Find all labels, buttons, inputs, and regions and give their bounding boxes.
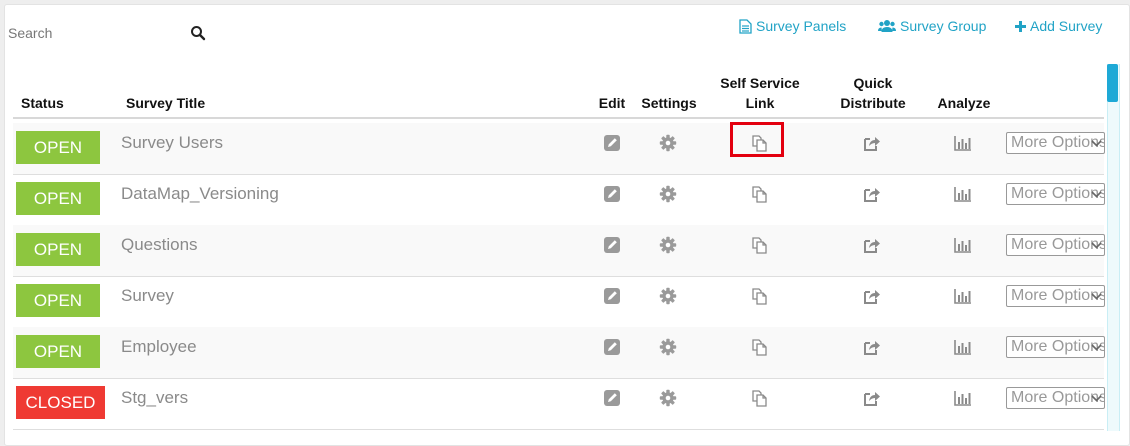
scrollbar-track[interactable] xyxy=(1107,64,1120,431)
edit-icon[interactable] xyxy=(603,287,621,305)
edit-icon[interactable] xyxy=(603,236,621,254)
edit-icon[interactable] xyxy=(603,338,621,356)
quick-distribute-header-line1: Quick xyxy=(853,75,893,91)
settings-column-header: Settings xyxy=(641,95,697,111)
bar-chart-icon[interactable] xyxy=(954,287,972,305)
status-badge[interactable]: OPEN xyxy=(16,284,100,317)
title-column-header: Survey Title xyxy=(126,95,206,111)
chevron-down-icon xyxy=(1091,344,1102,351)
share-icon[interactable] xyxy=(863,134,881,152)
survey-panels-link[interactable]: Survey Panels xyxy=(739,18,846,34)
scrollbar-thumb[interactable] xyxy=(1107,64,1118,102)
bar-chart-icon[interactable] xyxy=(954,134,972,152)
table-row: OPEN Employee More Options xyxy=(13,327,1105,379)
chevron-down-icon xyxy=(1091,395,1102,402)
survey-title[interactable]: Questions xyxy=(121,235,198,255)
add-survey-link[interactable]: Add Survey xyxy=(1015,18,1102,34)
search-box xyxy=(8,20,208,46)
chevron-down-icon xyxy=(1091,191,1102,198)
survey-title[interactable]: Survey Users xyxy=(121,133,223,153)
status-badge[interactable]: OPEN xyxy=(16,335,100,368)
copy-link-icon[interactable] xyxy=(750,236,768,254)
copy-link-icon[interactable] xyxy=(750,287,768,305)
gear-icon[interactable] xyxy=(659,389,677,407)
table-row: CLOSED Stg_vers More Options xyxy=(13,378,1105,430)
bar-chart-icon[interactable] xyxy=(954,338,972,356)
more-options-select[interactable]: More Options xyxy=(1006,234,1105,256)
share-icon[interactable] xyxy=(863,236,881,254)
more-options-select[interactable]: More Options xyxy=(1006,132,1105,154)
status-badge[interactable]: CLOSED xyxy=(16,386,105,419)
more-options-select[interactable]: More Options xyxy=(1006,387,1105,409)
more-options-select[interactable]: More Options xyxy=(1006,336,1105,358)
more-options-select[interactable]: More Options xyxy=(1006,285,1105,307)
search-icon[interactable] xyxy=(190,25,206,41)
table-row: OPEN DataMap_Versioning More Options xyxy=(13,174,1105,226)
self-service-link-highlight xyxy=(730,122,784,157)
status-badge[interactable]: OPEN xyxy=(16,182,100,215)
table-row: OPEN Survey More Options xyxy=(13,276,1105,328)
search-input[interactable] xyxy=(8,20,178,46)
copy-link-icon[interactable] xyxy=(750,338,768,356)
edit-icon[interactable] xyxy=(603,185,621,203)
table-row: OPEN Survey Users More Options xyxy=(13,123,1105,175)
edit-icon[interactable] xyxy=(603,134,621,152)
quick-distribute-column-header: Quick Distribute xyxy=(826,73,920,113)
analyze-column-header: Analyze xyxy=(937,95,991,111)
edit-icon[interactable] xyxy=(603,389,621,407)
bar-chart-icon[interactable] xyxy=(954,185,972,203)
users-icon xyxy=(878,20,896,32)
self-service-header-line2: Link xyxy=(745,95,775,111)
bar-chart-icon[interactable] xyxy=(954,236,972,254)
status-badge[interactable]: OPEN xyxy=(16,131,100,164)
quick-distribute-header-line2: Distribute xyxy=(840,95,906,111)
copy-link-icon[interactable] xyxy=(750,389,768,407)
survey-panels-label: Survey Panels xyxy=(756,18,847,34)
header-divider xyxy=(13,117,1104,119)
survey-group-label: Survey Group xyxy=(900,18,987,34)
bar-chart-icon[interactable] xyxy=(954,389,972,407)
chevron-down-icon xyxy=(1091,242,1102,249)
share-icon[interactable] xyxy=(863,287,881,305)
self-service-link-column-header: Self Service Link xyxy=(712,73,808,113)
survey-group-link[interactable]: Survey Group xyxy=(878,18,986,34)
survey-title[interactable]: Employee xyxy=(121,337,197,357)
share-icon[interactable] xyxy=(863,338,881,356)
copy-link-icon[interactable] xyxy=(750,185,768,203)
gear-icon[interactable] xyxy=(659,185,677,203)
share-icon[interactable] xyxy=(863,389,881,407)
add-survey-label: Add Survey xyxy=(1030,18,1103,34)
gear-icon[interactable] xyxy=(659,338,677,356)
chevron-down-icon xyxy=(1091,293,1102,300)
survey-title[interactable]: DataMap_Versioning xyxy=(121,184,279,204)
self-service-header-line1: Self Service xyxy=(720,75,800,91)
share-icon[interactable] xyxy=(863,185,881,203)
status-column-header: Status xyxy=(21,95,64,111)
survey-title[interactable]: Stg_vers xyxy=(121,388,188,408)
chevron-down-icon xyxy=(1091,140,1102,147)
gear-icon[interactable] xyxy=(659,236,677,254)
status-badge[interactable]: OPEN xyxy=(16,233,100,266)
plus-icon xyxy=(1015,20,1026,32)
survey-title[interactable]: Survey xyxy=(121,286,174,306)
more-options-select[interactable]: More Options xyxy=(1006,183,1105,205)
edit-column-header: Edit xyxy=(598,95,626,111)
gear-icon[interactable] xyxy=(659,134,677,152)
gear-icon[interactable] xyxy=(659,287,677,305)
document-icon xyxy=(739,18,752,34)
table-row: OPEN Questions More Options xyxy=(13,225,1105,277)
